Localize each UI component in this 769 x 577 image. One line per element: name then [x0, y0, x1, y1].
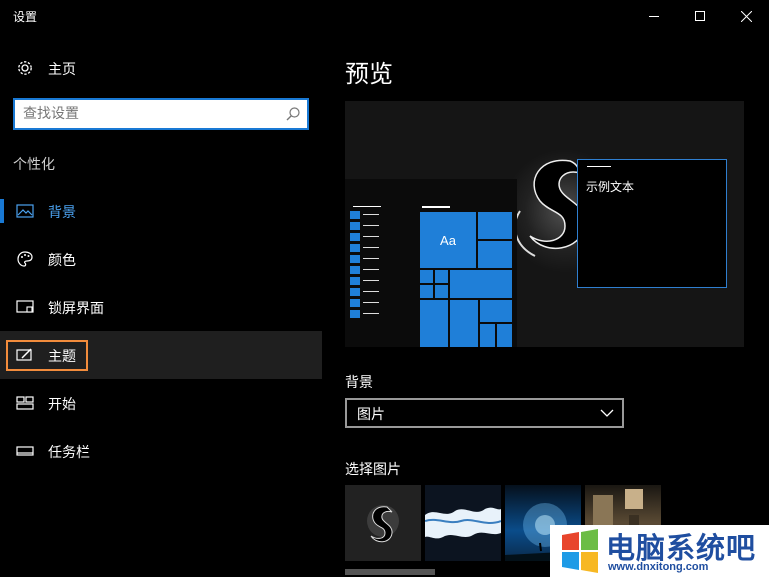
picture-thumbnail-swan[interactable] [345, 485, 421, 561]
watermark: 电脑系统吧 www.dnxitong.com [550, 525, 769, 577]
sidebar-item-label: 锁屏界面 [48, 301, 104, 317]
sample-window-preview: 示例文本 [577, 159, 727, 288]
tile [420, 300, 448, 347]
background-label: 背景 [345, 375, 373, 391]
tile [420, 270, 433, 283]
search-icon[interactable] [285, 106, 301, 122]
minimize-button[interactable] [631, 0, 677, 32]
background-type-dropdown[interactable]: 图片 [345, 398, 624, 428]
tile [450, 270, 512, 298]
watermark-url: www.dnxitong.com [608, 561, 709, 573]
search-box[interactable] [13, 98, 309, 130]
choose-picture-label: 选择图片 [345, 462, 401, 478]
app-list-lines [363, 214, 379, 324]
main-content: 预览 Aa 示例文本 背景 图片 选择图片 [345, 32, 769, 577]
app-list-icons [350, 211, 360, 321]
tile [478, 241, 512, 268]
selection-indicator [0, 199, 4, 223]
close-icon [740, 10, 752, 22]
chevron-down-icon [600, 409, 614, 417]
taskbar-icon [15, 441, 35, 461]
tile [435, 270, 448, 283]
tiles-header-line [422, 206, 450, 208]
sample-text: 示例文本 [586, 180, 635, 194]
section-title: 个性化 [13, 157, 55, 173]
thumbnails-scrollbar[interactable] [345, 569, 435, 575]
tile [480, 324, 495, 347]
home-nav-item[interactable]: 主页 [0, 52, 322, 84]
lock-screen-icon [15, 297, 35, 317]
start-icon [15, 393, 35, 413]
theme-icon [15, 345, 35, 365]
sidebar-item-label: 背景 [48, 205, 76, 221]
window-title-line [587, 166, 611, 167]
image-icon [15, 201, 35, 221]
sidebar: 主页 个性化 背景 颜色 [0, 32, 322, 577]
sidebar-item-taskbar[interactable]: 任务栏 [0, 427, 322, 475]
home-label: 主页 [48, 62, 76, 78]
tile [450, 300, 478, 347]
sidebar-item-label: 主题 [48, 349, 76, 365]
start-menu-preview: Aa [345, 179, 517, 347]
tile [435, 285, 448, 298]
sidebar-item-lock-screen[interactable]: 锁屏界面 [0, 283, 322, 331]
dropdown-value: 图片 [357, 407, 385, 423]
maximize-icon [695, 11, 705, 21]
windows-logo-icon [562, 529, 598, 573]
tile [480, 300, 512, 322]
close-button[interactable] [723, 0, 769, 32]
tiles-group: Aa [420, 212, 512, 347]
tile [420, 285, 433, 298]
search-input[interactable] [23, 104, 283, 124]
theme-preview: Aa 示例文本 [345, 101, 744, 347]
gear-icon [15, 58, 35, 78]
sidebar-item-start[interactable]: 开始 [0, 379, 322, 427]
tile [497, 324, 512, 347]
menu-line [353, 206, 381, 207]
app-title: 设置 [13, 10, 38, 24]
picture-thumbnail-splash[interactable] [425, 485, 501, 561]
palette-icon [15, 249, 35, 269]
sidebar-item-label: 开始 [48, 397, 76, 413]
tile [478, 212, 512, 239]
maximize-button[interactable] [677, 0, 723, 32]
sidebar-item-label: 任务栏 [48, 445, 90, 461]
sidebar-item-background[interactable]: 背景 [0, 187, 322, 235]
minimize-icon [649, 15, 659, 17]
sidebar-item-colors[interactable]: 颜色 [0, 235, 322, 283]
page-title: 预览 [345, 60, 393, 88]
title-bar: 设置 [0, 0, 769, 32]
sidebar-item-themes[interactable]: 主题 [0, 331, 322, 379]
sidebar-item-label: 颜色 [48, 253, 76, 269]
preview-tile: Aa [420, 212, 476, 268]
